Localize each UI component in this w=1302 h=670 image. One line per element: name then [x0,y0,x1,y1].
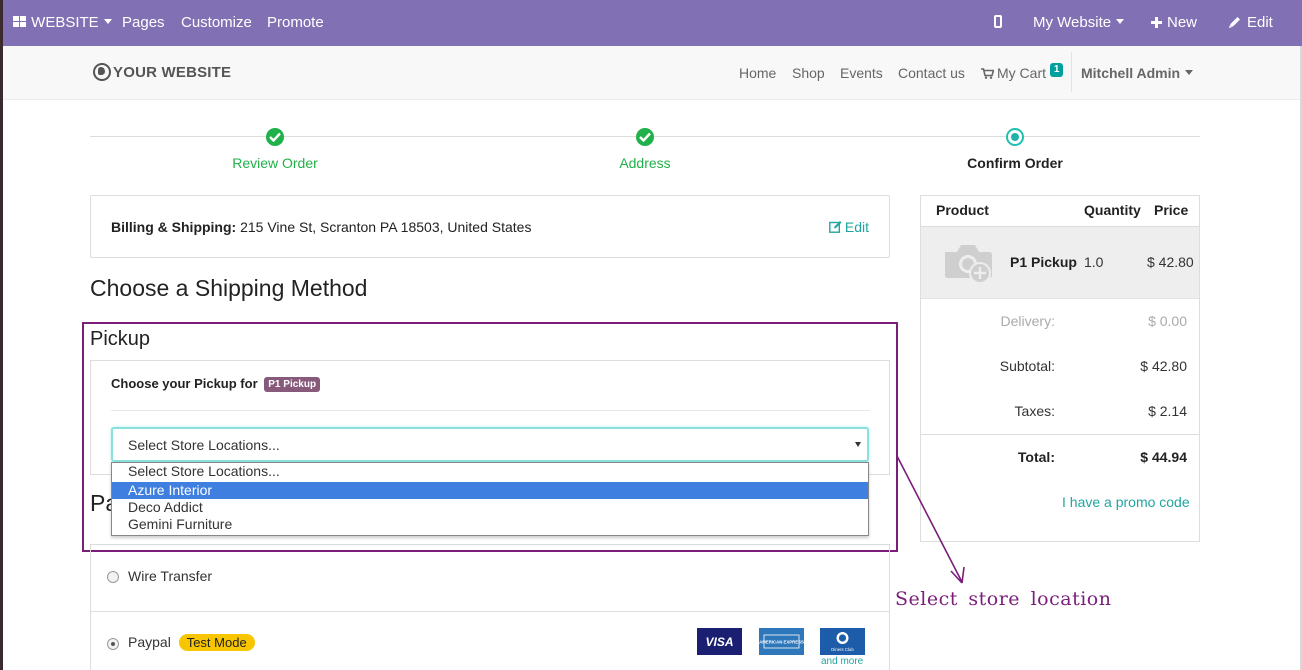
billing-address-text: 215 Vine St, Scranton PA 18503, United S… [240,219,532,235]
chevron-down-icon [1116,19,1125,24]
paypal-radio[interactable] [107,638,119,650]
nav-home[interactable]: Home [739,46,776,100]
billing-edit-label: Edit [844,219,869,235]
shipping-method-heading: Choose a Shipping Method [90,275,368,301]
customize-menu[interactable]: Customize [181,0,252,46]
billing-edit-link[interactable]: Edit [828,219,869,235]
cart-icon [981,68,994,79]
delivery-value: $ 0.00 [1148,313,1187,329]
my-website-menu[interactable]: My Website [1033,0,1125,46]
step-review-order[interactable]: Review Order [175,155,375,171]
check-circle-icon [636,128,654,146]
billing-shipping-box: Billing & Shipping: 215 Vine St, Scranto… [90,195,890,258]
taxes-value: $ 2.14 [1148,403,1187,419]
diners-card-text: Diners Club [831,647,854,652]
divider [921,434,1199,435]
mobile-icon [994,15,1002,28]
diners-club-card-icon: Diners Club [820,628,865,655]
user-menu[interactable]: Mitchell Admin [1081,46,1194,100]
summary-product-name[interactable]: P1 Pickup [1010,254,1077,270]
nav-my-cart[interactable]: My Cart 1 [981,46,1064,100]
check-circle-icon [266,128,284,146]
site-header: YOUR WEBSITE Home Shop Events Contact us… [3,46,1300,100]
subtotal-label: Subtotal: [999,358,1055,374]
more-cards-link[interactable]: and more [821,656,863,667]
edit-label: Edit [1247,14,1273,31]
cart-count-badge: 1 [1049,63,1064,77]
promote-menu[interactable]: Promote [267,0,324,46]
visa-card-text: VISA [705,635,733,649]
edit-button[interactable]: Edit [1228,0,1273,46]
product-image-placeholder-icon [945,245,992,284]
my-website-label: My Website [1033,14,1112,31]
pages-menu[interactable]: Pages [122,0,165,46]
admin-topbar: WEBSITE Pages Customize Promote My Websi… [3,0,1302,46]
paypal-label[interactable]: Paypal Test Mode [128,634,255,651]
website-menu-label: WEBSITE [31,14,99,31]
delivery-label: Delivery: [1000,313,1055,329]
visa-card-icon: VISA [697,628,742,655]
edit-icon [828,221,842,233]
summary-header-quantity: Quantity [1084,202,1141,218]
summary-product-price: $ 42.80 [1147,254,1194,270]
annotation-text: Select store location [895,588,1112,610]
taxes-label: Taxes: [1014,403,1055,419]
summary-product-quantity: 1.0 [1084,254,1104,270]
promo-code-link[interactable]: I have a promo code [1062,494,1190,510]
test-mode-badge: Test Mode [178,634,255,651]
wire-transfer-label[interactable]: Wire Transfer [128,568,212,584]
amex-card-text: AMERICAN EXPRESS [759,640,804,645]
globe-icon [93,63,111,81]
new-label: New [1167,14,1198,31]
mobile-preview-button[interactable] [994,0,1002,46]
summary-header-product: Product [936,202,989,218]
pencil-icon [1229,17,1240,28]
chevron-down-icon [103,19,112,24]
billing-address: Billing & Shipping: 215 Vine St, Scranto… [111,219,531,235]
nav-divider [1071,52,1072,92]
divider [90,611,890,612]
wire-transfer-radio[interactable] [107,571,119,583]
current-step-icon [1006,128,1024,146]
total-label: Total: [1017,449,1055,465]
nav-contact-us[interactable]: Contact us [898,46,965,100]
window-edge [0,0,3,670]
highlight-frame [82,322,898,552]
nav-events[interactable]: Events [840,46,883,100]
step-address[interactable]: Address [545,155,745,171]
divider [921,298,1199,299]
website-menu[interactable]: WEBSITE [13,0,112,46]
cart-label: My Cart [997,65,1046,81]
billing-label: Billing & Shipping: [111,219,237,235]
grid-icon [13,16,27,28]
paypal-label-text: Paypal [128,634,171,650]
nav-shop[interactable]: Shop [792,46,825,100]
user-name: Mitchell Admin [1081,65,1181,81]
step-confirm-order: Confirm Order [967,155,1063,171]
subtotal-value: $ 42.80 [1140,358,1187,374]
new-button[interactable]: New [1151,0,1197,46]
amex-card-icon: AMERICAN EXPRESS [759,628,804,655]
chevron-down-icon [1185,70,1194,75]
logo-text: YOUR WEBSITE [113,64,232,81]
site-logo[interactable]: YOUR WEBSITE [93,63,231,81]
plus-icon [1151,17,1162,28]
total-value: $ 44.94 [1140,449,1187,465]
summary-header-price: Price [1154,202,1189,218]
